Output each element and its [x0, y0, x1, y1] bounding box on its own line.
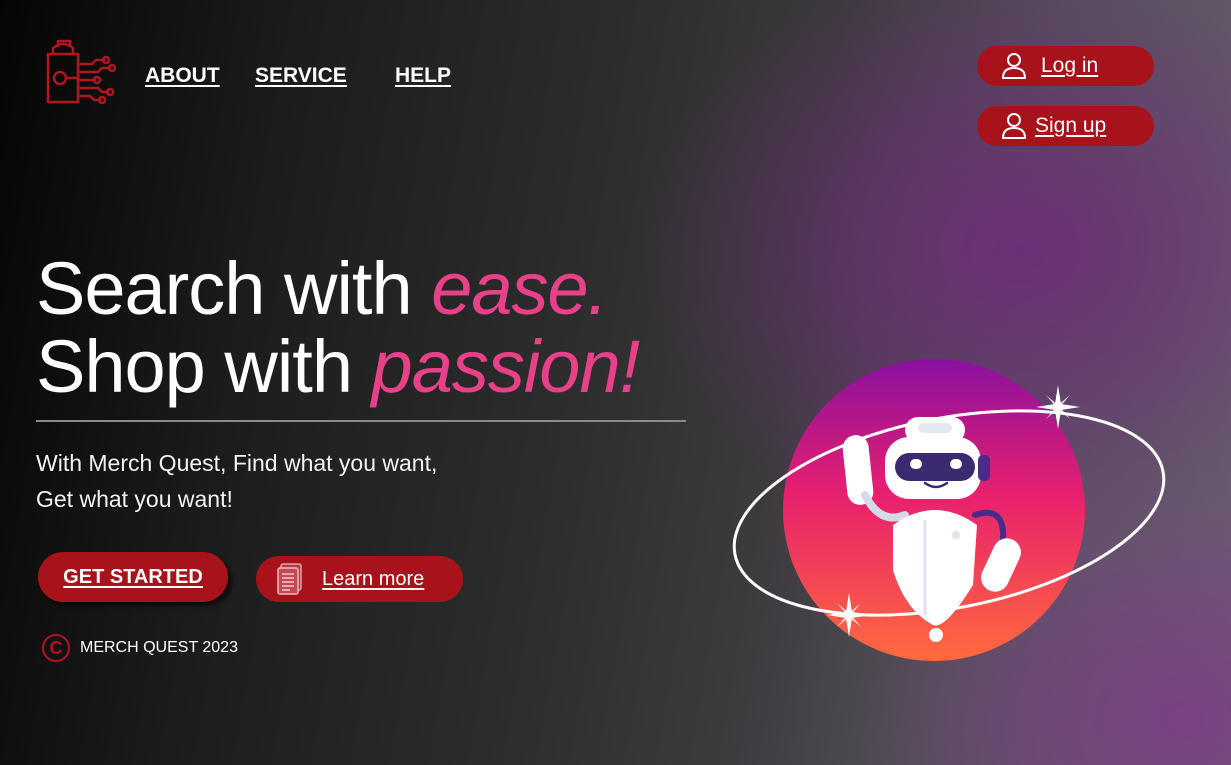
- nav-service[interactable]: SERVICE: [255, 64, 347, 88]
- subtext-line1: With Merch Quest, Find what you want,: [36, 450, 438, 476]
- headline-line2: Shop with passion!: [36, 325, 641, 408]
- signup-label: Sign up: [1035, 114, 1107, 137]
- user-icon: [1001, 53, 1027, 79]
- learn-more-label: Learn more: [322, 567, 425, 590]
- robot-illustration: [732, 359, 1166, 661]
- document-icon: [277, 563, 302, 595]
- hero-headline: Search with ease. Shop with passion!: [36, 247, 641, 408]
- brand-logo[interactable]: [40, 38, 117, 108]
- headline-divider: [36, 420, 686, 422]
- learn-more-button[interactable]: Learn more: [256, 556, 463, 602]
- nav-help[interactable]: HELP: [395, 64, 451, 88]
- nav-about[interactable]: ABOUT: [145, 64, 220, 88]
- copyright-icon: C: [42, 634, 70, 662]
- user-icon: [1001, 113, 1027, 139]
- headline-line2-accent: passion!: [371, 325, 641, 408]
- copyright: C MERCH QUEST 2023: [42, 634, 238, 662]
- subtext-line2: Get what you want!: [36, 486, 233, 512]
- headline-line1-main: Search with: [36, 247, 432, 330]
- signup-button[interactable]: Sign up: [977, 106, 1154, 146]
- login-label: Log in: [1041, 54, 1099, 77]
- headline-line1: Search with ease.: [36, 247, 608, 330]
- get-started-button[interactable]: GET STARTED: [38, 552, 228, 602]
- login-button[interactable]: Log in: [977, 46, 1154, 86]
- copyright-text: MERCH QUEST 2023: [80, 639, 238, 656]
- shopping-bag-circuit-icon: [46, 39, 117, 105]
- hero-subtext: With Merch Quest, Find what you want, Ge…: [36, 445, 437, 517]
- headline-line1-accent: ease.: [431, 247, 608, 330]
- headline-line2-main: Shop with: [36, 325, 372, 408]
